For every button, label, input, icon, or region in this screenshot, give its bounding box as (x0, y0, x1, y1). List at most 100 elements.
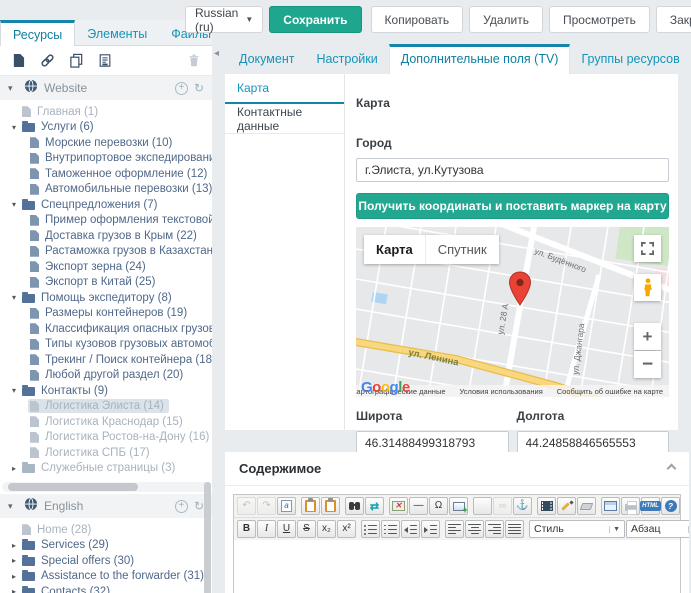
tv-category-map[interactable]: Карта (225, 74, 344, 104)
tree-item[interactable]: Home (28) (0, 522, 212, 538)
outdent-icon[interactable] (401, 520, 420, 538)
report-icon[interactable] (97, 53, 113, 69)
vertical-scrollbar-thumb[interactable] (204, 482, 211, 593)
tree-item[interactable]: Внутрипортовое экспедировани (0, 151, 212, 167)
map-marker[interactable] (508, 271, 532, 312)
tree-item[interactable]: Доставка грузов в Крым (22) (0, 228, 212, 244)
add-resource-icon[interactable]: + (175, 82, 188, 95)
bullet-list-icon[interactable] (361, 520, 380, 538)
tree-item[interactable]: Таможенное оформление (12) (0, 166, 212, 182)
paste-from-word-icon[interactable] (321, 497, 340, 515)
link-icon[interactable] (39, 53, 55, 69)
tree-item[interactable]: Экспорт зерна (24) (0, 259, 212, 275)
paste-icon[interactable] (301, 497, 320, 515)
tree-item[interactable]: ▸Assistance to the forwarder (31) (0, 569, 212, 585)
map-type-satellite-button[interactable]: Спутник (425, 235, 499, 264)
caret-right-icon[interactable]: ▸ (8, 464, 20, 473)
duplicate-icon[interactable] (68, 53, 84, 69)
superscript-icon[interactable]: x² (337, 520, 356, 538)
collapse-content-icon[interactable] (667, 464, 677, 474)
tree-item[interactable]: Главная (1) (0, 104, 212, 120)
tree-item[interactable]: Типы кузовов грузовых автомоб (0, 337, 212, 353)
underline-icon[interactable]: U (277, 520, 296, 538)
media-icon[interactable] (537, 497, 556, 515)
tab-template-variables[interactable]: Дополнительные поля (TV) (389, 44, 571, 74)
save-button[interactable]: Сохранить (269, 6, 361, 33)
align-left-icon[interactable] (445, 520, 464, 538)
layer-icon[interactable] (601, 497, 620, 515)
brush-icon[interactable] (557, 497, 576, 515)
print-icon[interactable] (621, 497, 640, 515)
tree-item-selected[interactable]: Логистика Элиста (14) (0, 399, 212, 415)
attribution-terms[interactable]: Условия использования (460, 387, 543, 396)
redo-icon[interactable]: ↷ (257, 497, 276, 515)
blank-button[interactable] (473, 497, 492, 515)
tree-item[interactable]: Размеры контейнеров (19) (0, 306, 212, 322)
caret-down-icon[interactable]: ▾ (8, 200, 20, 209)
fullscreen-button[interactable] (634, 235, 661, 262)
tree-item[interactable]: ▸Special offers (30) (0, 553, 212, 569)
align-justify-icon[interactable] (505, 520, 524, 538)
tree-item[interactable]: Любой другой раздел (20) (0, 368, 212, 384)
align-center-icon[interactable] (465, 520, 484, 538)
refresh-icon[interactable]: ↻ (194, 500, 204, 512)
tree-item[interactable]: Морские перевозки (10) (0, 135, 212, 151)
google-logo[interactable]: Google (361, 379, 410, 396)
tree-item[interactable]: Логистика Ростов-на-Дону (16) (0, 430, 212, 446)
tree-item[interactable]: Растаможка грузов в Казахстан (0, 244, 212, 260)
paragraph-format-select[interactable]: Абзац▼ (626, 520, 689, 538)
strikethrough-icon[interactable]: S (297, 520, 316, 538)
html-source-icon[interactable]: HTML (641, 497, 660, 515)
tab-settings[interactable]: Настройки (305, 46, 388, 74)
tree-item[interactable]: ▾Спецпредложения (7) (0, 197, 212, 213)
google-map[interactable]: ул. Будённого ул. 28 А ул. Джангара ул. … (356, 227, 669, 397)
caret-down-icon[interactable]: ▾ (8, 83, 18, 94)
horizontal-rule-icon[interactable]: — (409, 497, 428, 515)
caret-right-icon[interactable]: ▸ (8, 572, 20, 581)
delete-button[interactable]: Удалить (469, 6, 543, 33)
horizontal-scrollbar[interactable] (2, 482, 210, 492)
undo-icon[interactable]: ↶ (237, 497, 256, 515)
caret-right-icon[interactable]: ▸ (8, 541, 20, 550)
city-input[interactable] (356, 158, 669, 182)
tree-item[interactable]: Классификация опасных грузов (0, 321, 212, 337)
tree-item[interactable]: ▸Contacts (32) (0, 584, 212, 593)
tv-category-contacts[interactable]: Контактные данные (225, 104, 344, 134)
tree-item[interactable]: Логистика Краснодар (15) (0, 414, 212, 430)
tab-document[interactable]: Документ (228, 46, 305, 74)
special-char-icon[interactable]: Ω (429, 497, 448, 515)
editor-text-area[interactable] (234, 540, 680, 593)
tab-elements[interactable]: Элементы (75, 20, 159, 45)
tree-item[interactable]: ▾Контакты (9) (0, 383, 212, 399)
caret-down-icon[interactable]: ▾ (8, 501, 18, 512)
trash-icon[interactable] (186, 53, 202, 69)
numbered-list-icon[interactable] (381, 520, 400, 538)
anchor-icon[interactable]: ⚓ (513, 497, 532, 515)
caret-right-icon[interactable]: ▸ (8, 556, 20, 565)
tree-item[interactable]: Трекинг / Поиск контейнера (18) (0, 352, 212, 368)
new-document-icon[interactable] (10, 53, 26, 69)
map-type-map-button[interactable]: Карта (364, 235, 425, 264)
style-select[interactable]: Стиль▼ (529, 520, 625, 538)
caret-down-icon[interactable]: ▾ (8, 386, 20, 395)
caret-down-icon[interactable]: ▾ (8, 293, 20, 302)
add-resource-icon[interactable]: + (175, 500, 188, 513)
indent-icon[interactable] (421, 520, 440, 538)
language-selector[interactable]: Russian (ru) ▼ (185, 6, 263, 33)
tab-resource-groups[interactable]: Группы ресурсов (570, 46, 690, 74)
bold-icon[interactable]: B (237, 520, 256, 538)
close-button[interactable]: Закрыть (656, 6, 691, 33)
select-all-icon[interactable]: a (277, 497, 296, 515)
eraser-icon[interactable] (577, 497, 596, 515)
align-right-icon[interactable] (485, 520, 504, 538)
caret-down-icon[interactable]: ▾ (8, 123, 20, 132)
refresh-icon[interactable]: ↻ (194, 82, 204, 94)
unlink-icon[interactable]: ∞ (493, 497, 512, 515)
zoom-in-button[interactable]: + (634, 323, 661, 350)
tree-item[interactable]: Экспорт в Китай (25) (0, 275, 212, 291)
tree-item[interactable]: ▾Помощь экспедитору (8) (0, 290, 212, 306)
tree-item[interactable]: ▸Services (29) (0, 538, 212, 554)
italic-icon[interactable]: I (257, 520, 276, 538)
insert-table-icon[interactable] (449, 497, 468, 515)
view-button[interactable]: Просмотреть (549, 6, 650, 33)
